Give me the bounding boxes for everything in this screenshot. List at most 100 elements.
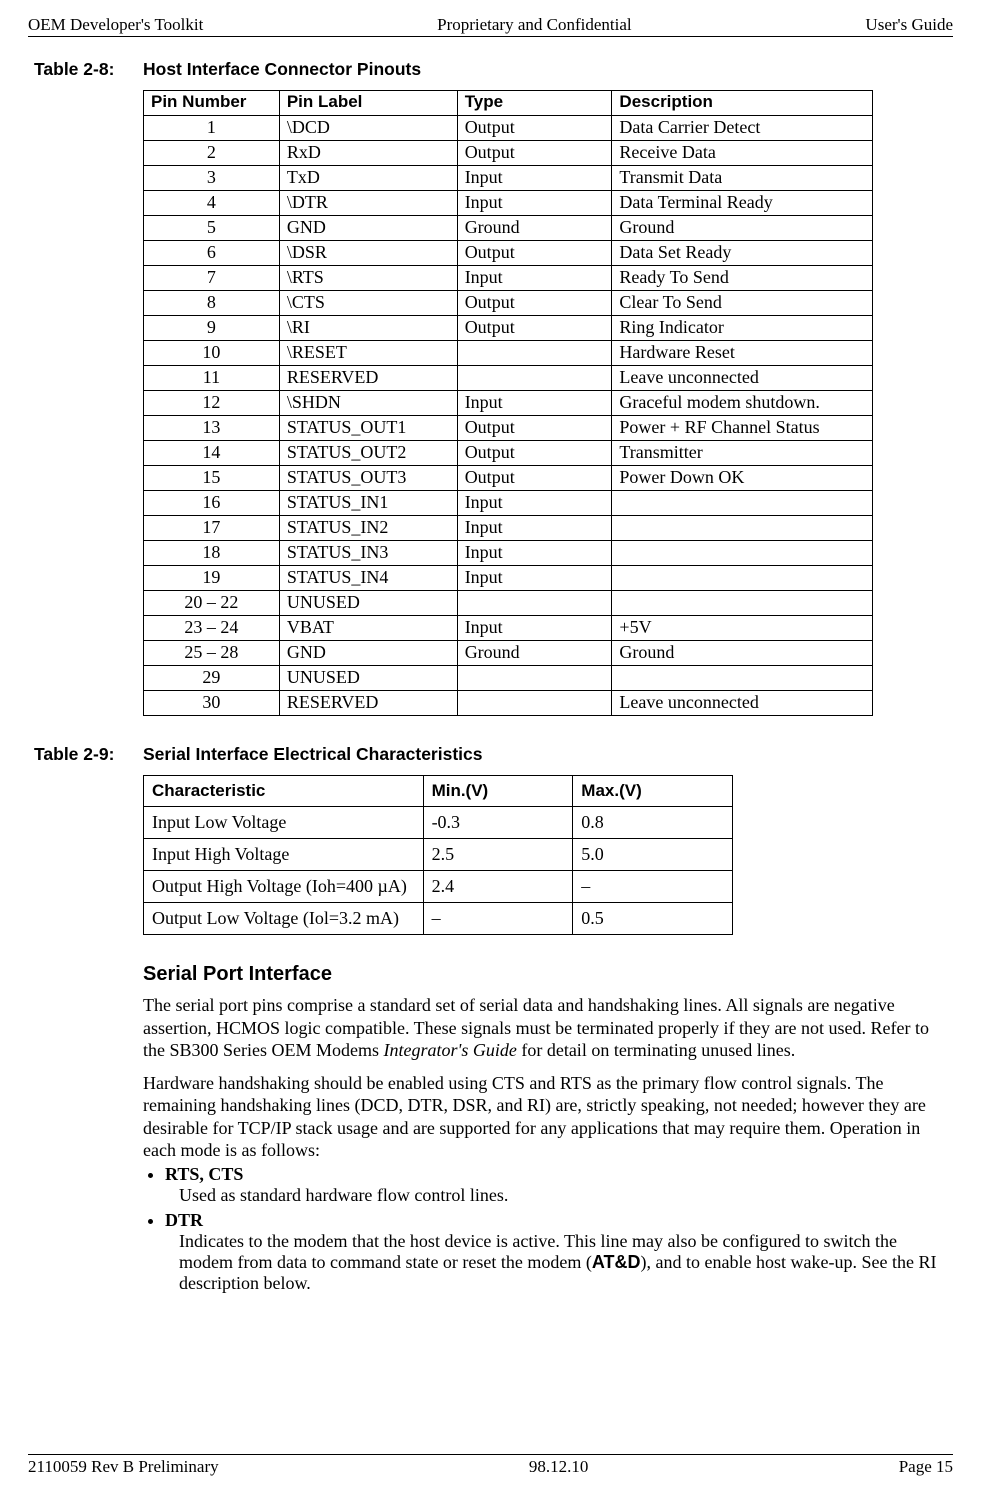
bullet-body: Used as standard hardware flow control l… xyxy=(179,1185,943,1206)
cell-type: Output xyxy=(457,141,612,166)
cell-type: Input xyxy=(457,266,612,291)
cell-pin-label: STATUS_IN1 xyxy=(279,491,457,516)
table-row: 25 – 28GNDGroundGround xyxy=(144,641,873,666)
cell-pin-label: TxD xyxy=(279,166,457,191)
cell-pin-number: 15 xyxy=(144,466,280,491)
header-center: Proprietary and Confidential xyxy=(437,15,632,35)
table-row: 18STATUS_IN3Input xyxy=(144,541,873,566)
cell-pin-label: STATUS_IN3 xyxy=(279,541,457,566)
header-left: OEM Developer's Toolkit xyxy=(28,15,203,35)
cell-description: Ring Indicator xyxy=(612,316,873,341)
cell-pin-label: RESERVED xyxy=(279,366,457,391)
table-row: 10\RESETHardware Reset xyxy=(144,341,873,366)
cell-pin-label: UNUSED xyxy=(279,666,457,691)
cell-pin-number: 6 xyxy=(144,241,280,266)
cell-characteristic: Output High Voltage (Ioh=400 µA) xyxy=(144,871,424,903)
cell-type xyxy=(457,366,612,391)
cell-pin-number: 13 xyxy=(144,416,280,441)
section-heading: Serial Port Interface xyxy=(143,963,943,986)
cell-max: 5.0 xyxy=(573,839,733,871)
table-row: 2RxDOutputReceive Data xyxy=(144,141,873,166)
cell-description: Clear To Send xyxy=(612,291,873,316)
cell-pin-number: 11 xyxy=(144,366,280,391)
table-row: 14STATUS_OUT2OutputTransmitter xyxy=(144,441,873,466)
cell-description: +5V xyxy=(612,616,873,641)
cell-type xyxy=(457,666,612,691)
table-row: 9\RIOutputRing Indicator xyxy=(144,316,873,341)
cell-description: Leave unconnected xyxy=(612,691,873,716)
table-row: 12\SHDNInputGraceful modem shutdown. xyxy=(144,391,873,416)
col-pin-number: Pin Number xyxy=(144,91,280,116)
cell-pin-label: \RTS xyxy=(279,266,457,291)
cell-pin-number: 29 xyxy=(144,666,280,691)
cell-type: Output xyxy=(457,116,612,141)
cell-description: Data Carrier Detect xyxy=(612,116,873,141)
cell-pin-number: 16 xyxy=(144,491,280,516)
table-2-9-wrap: Characteristic Min.(V) Max.(V) Input Low… xyxy=(143,775,953,935)
cell-description xyxy=(612,541,873,566)
table-2-9-caption: Table 2-9: Serial Interface Electrical C… xyxy=(28,744,953,765)
cell-pin-number: 14 xyxy=(144,441,280,466)
col-max: Max.(V) xyxy=(573,776,733,807)
cell-description: Transmitter xyxy=(612,441,873,466)
cell-pin-number: 4 xyxy=(144,191,280,216)
cell-pin-label: \RESET xyxy=(279,341,457,366)
table-2-9-label: Table 2-9: xyxy=(28,744,143,765)
cell-min: 2.5 xyxy=(423,839,573,871)
cell-pin-number: 1 xyxy=(144,116,280,141)
cell-description: Data Set Ready xyxy=(612,241,873,266)
cell-pin-number: 8 xyxy=(144,291,280,316)
cell-description xyxy=(612,516,873,541)
table-row: 4\DTRInputData Terminal Ready xyxy=(144,191,873,216)
table-row: 3TxDInputTransmit Data xyxy=(144,166,873,191)
cell-pin-number: 20 – 22 xyxy=(144,591,280,616)
footer-right: Page 15 xyxy=(899,1457,953,1477)
bullet-list: RTS, CTSUsed as standard hardware flow c… xyxy=(165,1164,943,1294)
cell-pin-number: 3 xyxy=(144,166,280,191)
table-2-8-caption: Table 2-8: Host Interface Connector Pino… xyxy=(28,59,953,80)
cell-min: – xyxy=(423,903,573,935)
cell-max: 0.5 xyxy=(573,903,733,935)
bullet-head: RTS, CTS xyxy=(165,1164,243,1184)
cell-type: Input xyxy=(457,516,612,541)
cell-characteristic: Input High Voltage xyxy=(144,839,424,871)
table-row: 6\DSROutputData Set Ready xyxy=(144,241,873,266)
cell-pin-label: STATUS_OUT2 xyxy=(279,441,457,466)
table-row: 7\RTSInputReady To Send xyxy=(144,266,873,291)
cell-pin-number: 17 xyxy=(144,516,280,541)
footer-center: 98.12.10 xyxy=(529,1457,589,1477)
cell-pin-number: 5 xyxy=(144,216,280,241)
cell-description: Transmit Data xyxy=(612,166,873,191)
cell-pin-label: VBAT xyxy=(279,616,457,641)
table-header-row: Characteristic Min.(V) Max.(V) xyxy=(144,776,733,807)
table-row: 13STATUS_OUT1OutputPower + RF Channel St… xyxy=(144,416,873,441)
paragraph-2: Hardware handshaking should be enabled u… xyxy=(143,1072,943,1162)
col-min: Min.(V) xyxy=(423,776,573,807)
cell-pin-number: 25 – 28 xyxy=(144,641,280,666)
cell-type: Ground xyxy=(457,216,612,241)
cell-pin-label: RxD xyxy=(279,141,457,166)
cell-type: Input xyxy=(457,391,612,416)
table-row: 11RESERVEDLeave unconnected xyxy=(144,366,873,391)
cell-type: Input xyxy=(457,566,612,591)
cell-description: Data Terminal Ready xyxy=(612,191,873,216)
cell-description: Ready To Send xyxy=(612,266,873,291)
cell-min: -0.3 xyxy=(423,807,573,839)
cell-type: Output xyxy=(457,241,612,266)
page-header: OEM Developer's Toolkit Proprietary and … xyxy=(28,15,953,37)
header-right: User's Guide xyxy=(865,15,953,35)
paragraph-1: The serial port pins comprise a standard… xyxy=(143,994,943,1062)
cell-type: Input xyxy=(457,616,612,641)
table-row: 23 – 24VBATInput+5V xyxy=(144,616,873,641)
table-2-8-label: Table 2-8: xyxy=(28,59,143,80)
cell-type: Input xyxy=(457,191,612,216)
cell-type: Input xyxy=(457,541,612,566)
footer-left: 2110059 Rev B Preliminary xyxy=(28,1457,219,1477)
cell-type: Output xyxy=(457,316,612,341)
table-row: 29UNUSED xyxy=(144,666,873,691)
cell-pin-label: \CTS xyxy=(279,291,457,316)
cell-characteristic: Output Low Voltage (Iol=3.2 mA) xyxy=(144,903,424,935)
cell-pin-number: 30 xyxy=(144,691,280,716)
cell-pin-label: UNUSED xyxy=(279,591,457,616)
bullet-body-bold: AT&D xyxy=(592,1252,641,1272)
